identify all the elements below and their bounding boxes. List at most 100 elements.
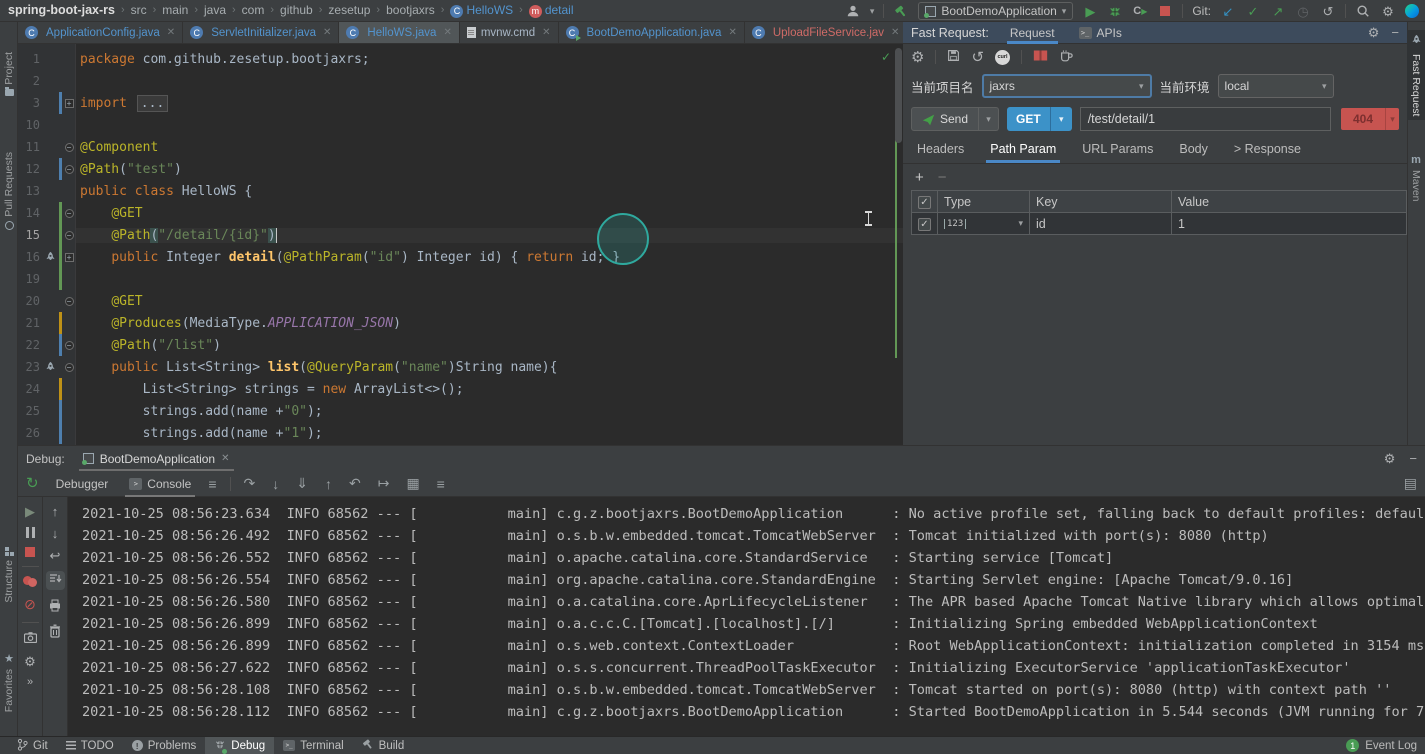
tab-apis[interactable]: >_APIs [1076,22,1125,44]
tab-console[interactable]: >Console [125,471,195,497]
send-options-arrow[interactable]: ▾ [979,107,999,131]
key-cell[interactable]: id [1030,213,1172,235]
code-editor[interactable]: 1package com.github.zesetup.bootjaxrs;23… [18,44,903,445]
code-text[interactable]: package com.github.zesetup.bootjaxrs; [76,52,903,67]
fold-minus-icon[interactable]: − [65,297,74,306]
editor-tab[interactable]: CServletInitializer.java✕ [183,22,339,43]
evaluate-expression-icon[interactable]: ▦ [406,475,419,492]
editor-tab[interactable]: CBootDemoApplication.java✕ [559,22,745,43]
user-dropdown-icon[interactable]: ▾ [870,6,875,17]
fold-minus-icon[interactable]: − [65,363,74,372]
stop-button[interactable] [1157,3,1173,19]
statusbar-terminal[interactable]: >_Terminal [274,737,352,754]
tool-button-maven[interactable]: mMaven [1407,150,1425,206]
search-everywhere-icon[interactable] [1355,3,1371,19]
fold-minus-icon[interactable]: − [65,165,74,174]
print-icon[interactable] [48,599,62,615]
git-update-icon[interactable]: ↙ [1220,3,1236,19]
save-icon[interactable] [947,49,960,65]
code-text[interactable]: @GET [76,294,903,309]
url-input[interactable]: /test/detail/1 [1080,107,1331,131]
pause-icon[interactable] [26,527,35,538]
code-text[interactable]: List<String> strings = new ArrayList<>()… [76,382,903,397]
statusbar-todo[interactable]: TODO [57,737,123,754]
code-text[interactable]: import ... [76,96,903,111]
breadcrumb-item[interactable]: main [162,3,188,17]
tool-button-structure[interactable]: Structure [0,547,18,603]
type-cell[interactable]: 123▾ [938,213,1030,235]
fast-request-rocket-icon[interactable] [42,251,59,264]
thread-dump-camera-icon[interactable] [24,632,37,646]
history-clock-icon[interactable]: ◷ [1295,3,1311,19]
down-stack-icon[interactable]: ↓ [52,527,59,540]
code-text[interactable]: @GET [76,206,903,221]
editor-scrollbar[interactable] [895,48,902,143]
editor-tab[interactable]: CApplicationConfig.java✕ [18,22,183,43]
request-tab-url-params[interactable]: URL Params [1082,142,1153,163]
close-tab-icon[interactable]: ✕ [323,27,331,38]
fold-marker[interactable]: − [62,165,76,174]
user-icon[interactable] [845,3,861,19]
settings-gear-icon[interactable]: ⚙ [1380,3,1396,19]
debug-button[interactable] [1107,3,1123,19]
rerun-icon[interactable]: ↻ [26,476,39,491]
curl-icon[interactable]: curl [995,50,1010,65]
editor-tab[interactable]: CHelloWS.java✕ [339,22,459,43]
tool-button-favorites[interactable]: ★Favorites [0,652,18,712]
breadcrumb-item[interactable]: java [204,3,226,17]
statusbar-build[interactable]: Build [353,737,414,754]
breadcrumb-class[interactable]: CHelloWS [450,3,513,17]
fold-plus-icon[interactable]: + [65,253,74,262]
clear-console-trash-icon[interactable] [49,624,61,641]
editor-tab[interactable]: mvnw.cmd✕ [460,22,559,43]
console-menu-icon[interactable]: ≡ [208,476,216,492]
row-checkbox[interactable]: ✓ [918,218,931,231]
breadcrumb-method[interactable]: mdetail [529,3,574,17]
code-text[interactable]: public Integer detail(@PathParam("id") I… [76,250,903,265]
fast-request-settings-icon[interactable]: ⚙ [1368,26,1380,39]
inspections-ok-icon[interactable]: ✓ [881,50,891,64]
method-select[interactable]: GET [1007,107,1050,131]
docs-book-icon[interactable] [1033,49,1048,65]
ide-logo-icon[interactable] [1405,4,1419,18]
hide-debug-icon[interactable]: − [1409,452,1417,465]
breadcrumb-item[interactable]: com [242,3,265,17]
fold-marker[interactable]: − [62,363,76,372]
hide-panel-icon[interactable]: − [1391,26,1399,39]
environment-select[interactable]: local▾ [1218,74,1334,98]
breadcrumb-item[interactable]: bootjaxrs [386,3,435,17]
statusbar-git[interactable]: Git [8,737,57,754]
layout-settings-icon[interactable]: ≡ [437,476,445,492]
request-tab-body[interactable]: Body [1179,142,1208,163]
layout-icon[interactable]: ▤ [1404,475,1417,492]
fold-minus-icon[interactable]: − [65,143,74,152]
type-dropdown-icon[interactable]: ▾ [1018,218,1023,229]
run-to-cursor-icon[interactable]: ↦ [378,475,390,492]
fold-marker[interactable]: − [62,209,76,218]
fold-plus-icon[interactable]: + [65,99,74,108]
method-arrow[interactable]: ▾ [1050,107,1072,131]
fold-minus-icon[interactable]: − [65,341,74,350]
git-commit-icon[interactable]: ✓ [1245,3,1261,19]
more-actions-icon[interactable]: » [27,677,33,688]
breadcrumb-project[interactable]: spring-boot-jax-rs [8,3,115,17]
code-text[interactable]: public List<String> list(@QueryParam("na… [76,360,903,375]
code-text[interactable]: strings.add(name +"1"); [76,426,903,441]
drop-frame-icon[interactable]: ↶ [349,475,361,492]
close-tab-icon[interactable]: ✕ [167,27,175,38]
breadcrumb-item[interactable]: zesetup [328,3,370,17]
fold-marker[interactable]: − [62,297,76,306]
project-select[interactable]: jaxrs▾ [982,74,1152,98]
profiler-button[interactable]: C▶ [1132,3,1148,19]
fold-minus-icon[interactable]: − [65,231,74,240]
step-into-icon[interactable]: ↓ [272,476,279,492]
tool-button-pull-requests[interactable]: Pull Requests [0,152,18,230]
send-button[interactable]: Send [911,107,979,131]
breadcrumb-item[interactable]: github [280,3,313,17]
status-dropdown-arrow[interactable]: ▾ [1385,108,1399,130]
fold-marker[interactable]: − [62,143,76,152]
add-param-icon[interactable]: + [915,169,924,186]
rollback-icon[interactable]: ↺ [1320,3,1336,19]
console-output[interactable]: 2021-10-25 08:56:23.634 INFO 68562 --- [… [68,497,1425,736]
close-tab-icon[interactable]: ✕ [891,27,899,38]
